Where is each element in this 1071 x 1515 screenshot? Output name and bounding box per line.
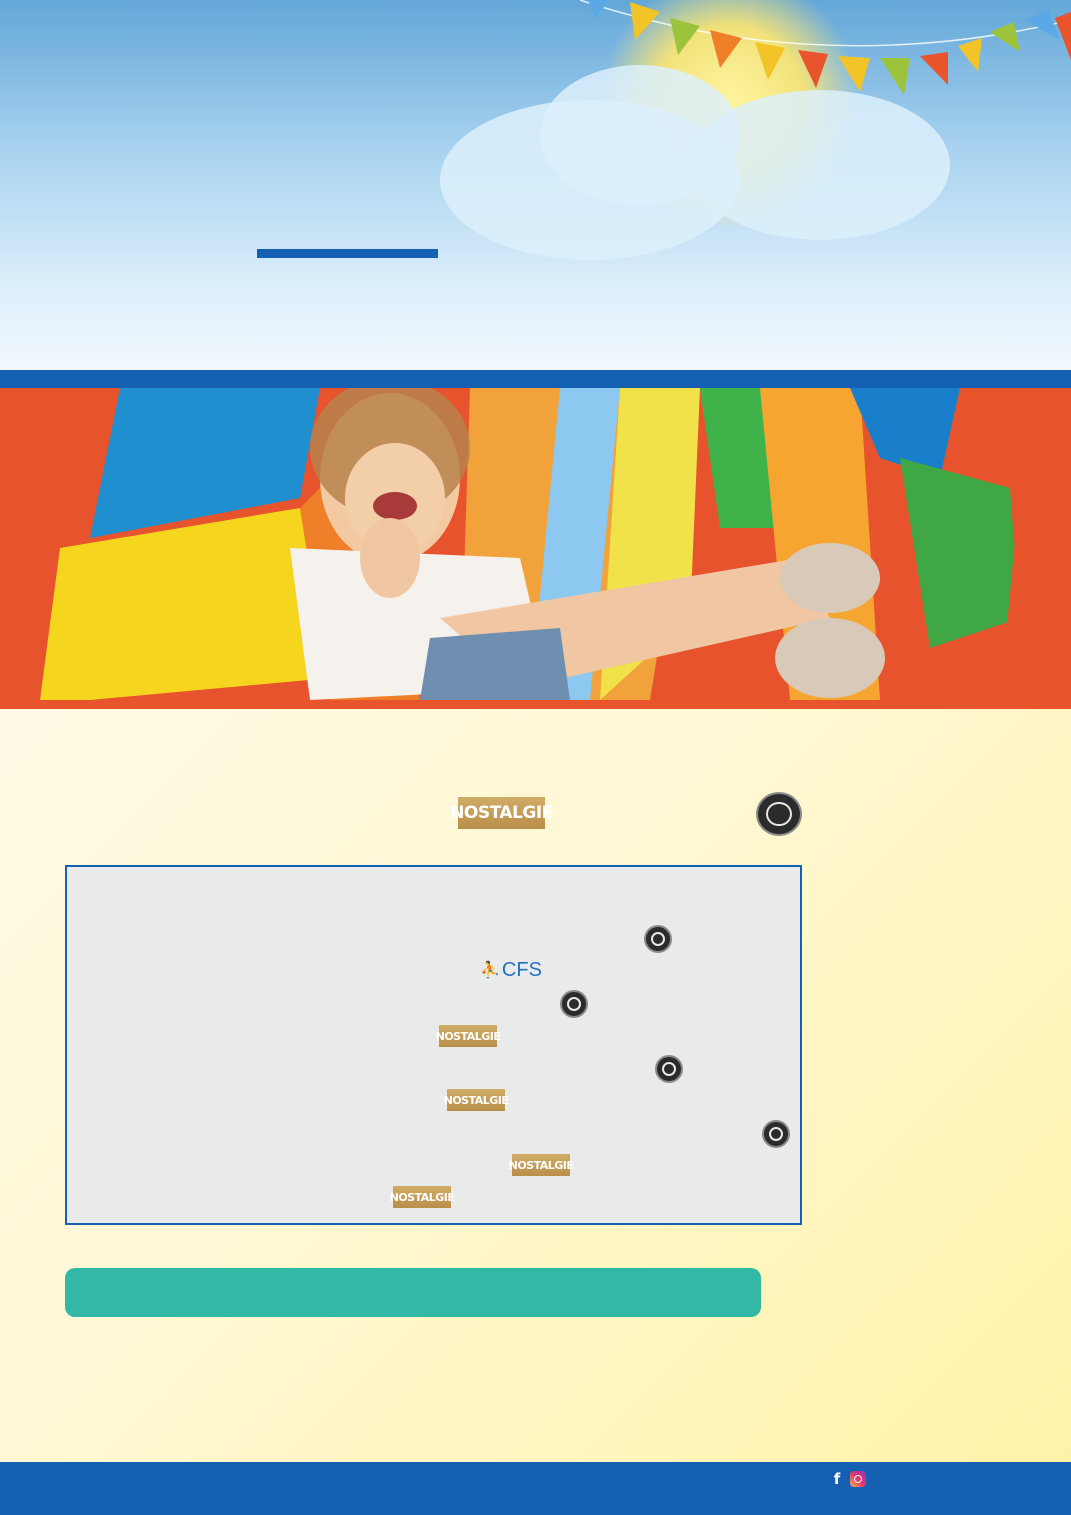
nostalgie-logo-text: NOSTALGIE	[389, 1190, 455, 1204]
cfs-figures-icon: ⛹	[480, 962, 500, 979]
hero-photo	[0, 388, 1071, 700]
flyer-page: NOSTALGIE ⛹ CFS NOSTALGIE NOSTALGIE NOST…	[0, 0, 1071, 1515]
nostalgie-logo-text: NOSTALGIE	[435, 1029, 501, 1043]
inflatable-slide-illustration	[0, 388, 1071, 700]
nostalgie-logo: NOSTALGIE	[390, 1186, 455, 1208]
title-underline	[257, 249, 438, 258]
nostalgie-logo: NOSTALGIE	[509, 1154, 574, 1176]
hero-band-top	[0, 370, 1071, 388]
round-emblem-logo	[644, 925, 672, 953]
nostalgie-logo-text: NOSTALGIE	[450, 803, 553, 823]
footer-bar	[0, 1462, 1071, 1515]
facebook-icon[interactable]: f	[830, 1470, 844, 1488]
round-emblem-logo	[762, 1120, 790, 1148]
round-emblem-logo	[560, 990, 588, 1018]
nostalgie-logo: NOSTALGIE	[450, 797, 553, 829]
cfs-logo: ⛹ CFS	[480, 955, 544, 985]
instagram-icon[interactable]	[850, 1471, 866, 1487]
nostalgie-logo-text: NOSTALGIE	[508, 1158, 574, 1172]
nostalgie-logo: NOSTALGIE	[444, 1089, 509, 1111]
cfs-logo-text: CFS	[501, 958, 542, 981]
program-box	[65, 865, 802, 1225]
nostalgie-logo-text: NOSTALGIE	[443, 1093, 509, 1107]
header-sky	[0, 0, 1071, 370]
bunting-flags	[579, 0, 1071, 95]
hero-band-bottom	[0, 700, 1071, 709]
round-emblem-logo	[756, 792, 802, 836]
cloud-illustration	[690, 90, 950, 240]
round-emblem-logo	[655, 1055, 683, 1083]
nostalgie-logo: NOSTALGIE	[436, 1025, 501, 1047]
cta-bar	[65, 1268, 761, 1317]
